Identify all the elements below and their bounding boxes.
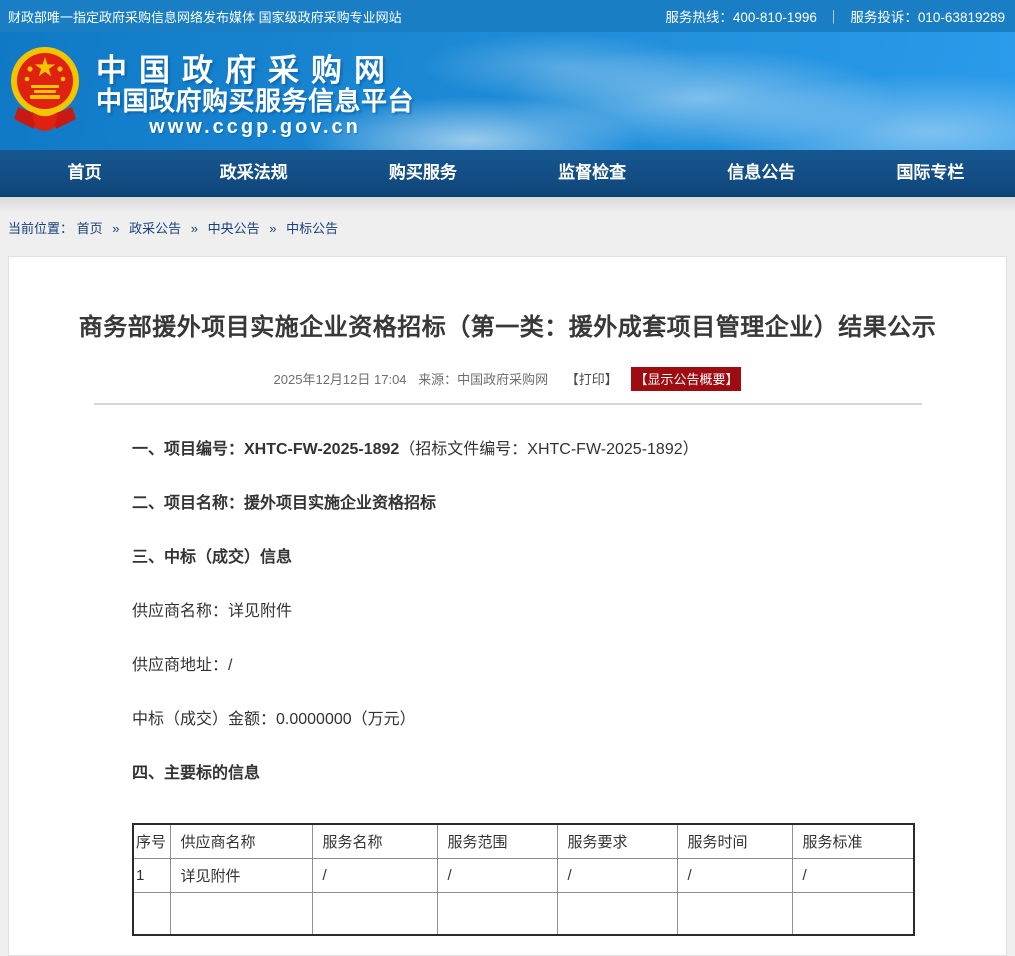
paragraph-award-amount: 中标（成交）金额：0.0000000（万元） [132, 711, 1006, 729]
table-row-empty [133, 893, 914, 936]
col-header-service-time: 服务时间 [677, 824, 792, 859]
cell-service-scope [437, 893, 557, 936]
topbar-slogan: 财政部唯一指定政府采购信息网络发布媒体 国家级政府采购专业网站 [8, 7, 402, 26]
col-header-seq: 序号 [133, 824, 170, 859]
breadcrumb-award-notices[interactable]: 中标公告 [286, 221, 338, 236]
article-container: 商务部援外项目实施企业资格招标（第一类：援外成套项目管理企业）结果公示 2025… [8, 256, 1007, 956]
nav-item-supervision[interactable]: 监督检查 [508, 150, 677, 196]
cell-service-requirement [557, 893, 677, 936]
cell-service-scope: / [437, 859, 557, 893]
nav-item-international[interactable]: 国际专栏 [846, 150, 1015, 196]
col-header-service-scope: 服务范围 [437, 824, 557, 859]
cell-service-time [677, 893, 792, 936]
col-header-service-requirement: 服务要求 [557, 824, 677, 859]
col-header-supplier: 供应商名称 [170, 824, 312, 859]
breadcrumb-central-notices[interactable]: 中央公告 [208, 221, 260, 236]
paragraph-supplier-address: 供应商地址：/ [132, 657, 1006, 675]
site-subtitle: 中国政府购买服务信息平台 [96, 87, 414, 116]
paragraph-project-name: 二、项目名称：援外项目实施企业资格招标 [132, 495, 1006, 513]
main-subject-table: 序号 供应商名称 服务名称 服务范围 服务要求 服务时间 服务标准 1 详见附件… [132, 823, 915, 936]
cell-service-standard: / [792, 859, 914, 893]
meta-divider [94, 403, 922, 405]
col-header-service-name: 服务名称 [312, 824, 437, 859]
nav-item-regulations[interactable]: 政采法规 [169, 150, 338, 196]
page-title: 商务部援外项目实施企业资格招标（第一类：援外成套项目管理企业）结果公示 [9, 257, 1006, 342]
service-hotline: 服务热线：400-810-1996 [665, 6, 817, 26]
cell-seq: 1 [133, 859, 170, 893]
site-url: www.ccgp.gov.cn [96, 116, 414, 139]
cell-service-name [312, 893, 437, 936]
nav-item-purchase-services[interactable]: 购买服务 [338, 150, 507, 196]
site-title-block: 中国政府采购网 中国政府购买服务信息平台 www.ccgp.gov.cn [96, 43, 414, 139]
breadcrumb-separator: » [269, 221, 276, 236]
national-emblem-icon [8, 45, 82, 137]
show-summary-button[interactable]: 【显示公告概要】 [631, 367, 741, 391]
site-banner: 中国政府采购网 中国政府购买服务信息平台 www.ccgp.gov.cn [0, 32, 1015, 150]
paragraph-main-subject-heading: 四、主要标的信息 [132, 765, 1006, 783]
topbar-separator: ｜ [827, 6, 841, 26]
cell-supplier [170, 893, 312, 936]
main-nav: 首页 政采法规 购买服务 监督检查 信息公告 国际专栏 [0, 150, 1015, 197]
cell-supplier: 详见附件 [170, 859, 312, 893]
nav-item-announcements[interactable]: 信息公告 [677, 150, 846, 196]
paragraph-project-number: 一、项目编号：XHTC-FW-2025-1892（招标文件编号：XHTC-FW-… [132, 441, 1006, 459]
breadcrumb-separator: » [112, 221, 119, 236]
article-meta: 2025年12月12日 17:04 来源：中国政府采购网 【打印】 【显示公告概… [9, 367, 1006, 391]
breadcrumb-label: 当前位置： [8, 221, 73, 236]
breadcrumb-separator: » [191, 221, 198, 236]
site-name: 中国政府采购网 [96, 55, 414, 87]
cell-seq [133, 893, 170, 936]
site-logo[interactable]: 中国政府采购网 中国政府购买服务信息平台 www.ccgp.gov.cn [8, 43, 414, 139]
article-source: 来源：中国政府采购网 [418, 372, 548, 387]
breadcrumb: 当前位置： 首页 » 政采公告 » 中央公告 » 中标公告 [0, 197, 1015, 256]
cell-service-name: / [312, 859, 437, 893]
paragraph-award-info-heading: 三、中标（成交）信息 [132, 549, 1006, 567]
topbar: 财政部唯一指定政府采购信息网络发布媒体 国家级政府采购专业网站 服务热线：400… [0, 0, 1015, 32]
col-header-service-standard: 服务标准 [792, 824, 914, 859]
breadcrumb-procurement-notices[interactable]: 政采公告 [129, 221, 181, 236]
paragraph-supplier-name: 供应商名称：详见附件 [132, 603, 1006, 621]
service-complaint: 服务投诉：010-63819289 [850, 6, 1005, 26]
table-header-row: 序号 供应商名称 服务名称 服务范围 服务要求 服务时间 服务标准 [133, 824, 914, 859]
cell-service-time: / [677, 859, 792, 893]
breadcrumb-home[interactable]: 首页 [77, 221, 103, 236]
cell-service-standard [792, 893, 914, 936]
cell-service-requirement: / [557, 859, 677, 893]
publish-date: 2025年12月12日 17:04 [274, 372, 407, 387]
nav-item-home[interactable]: 首页 [0, 150, 169, 196]
topbar-contacts: 服务热线：400-810-1996 ｜ 服务投诉：010-63819289 [665, 6, 1005, 26]
table-row: 1 详见附件 / / / / / [133, 859, 914, 893]
print-button[interactable]: 【打印】 [566, 372, 618, 387]
